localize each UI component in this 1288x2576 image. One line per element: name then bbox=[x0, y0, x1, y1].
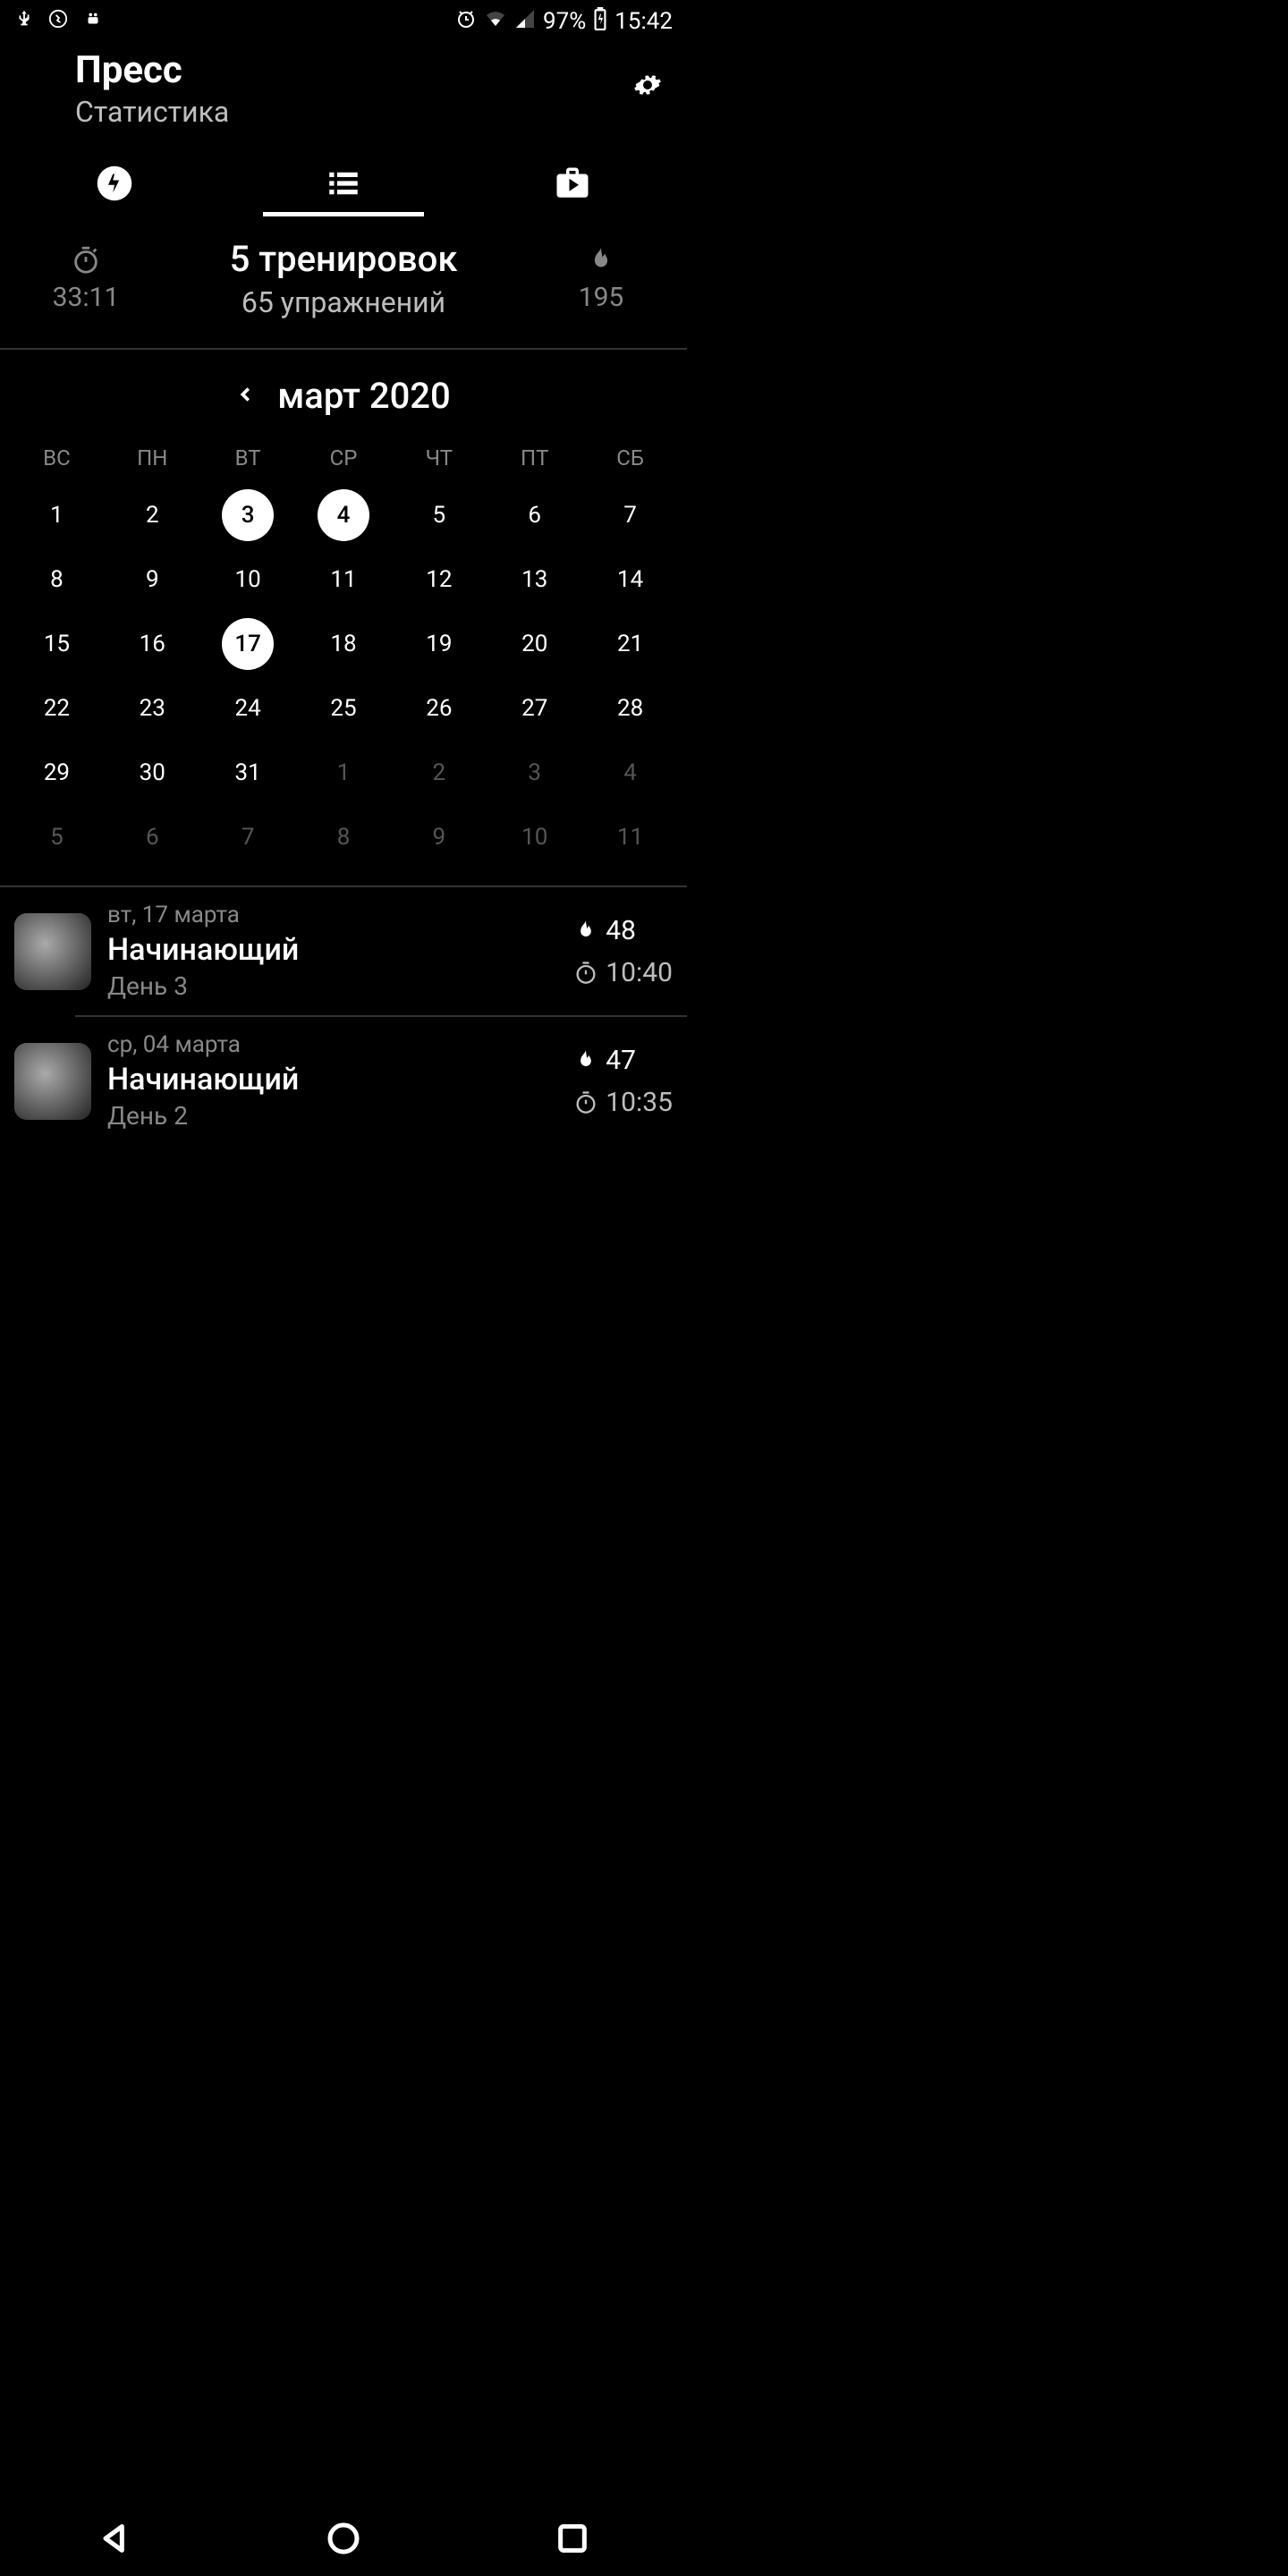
battery-percent: 97% bbox=[543, 8, 586, 35]
calendar-day[interactable]: 4 bbox=[296, 483, 392, 547]
calendar-day[interactable]: 1 bbox=[296, 741, 392, 805]
settings-button[interactable] bbox=[630, 67, 665, 112]
usb-icon bbox=[14, 8, 34, 35]
calendar-day[interactable]: 16 bbox=[105, 612, 200, 676]
calendar-day[interactable]: 21 bbox=[582, 612, 678, 676]
summary-workouts: 5 тренировок bbox=[230, 238, 458, 280]
history-subtitle: День 2 bbox=[107, 1101, 557, 1131]
nav-home-button[interactable] bbox=[326, 2521, 361, 2560]
calendar-day[interactable]: 12 bbox=[391, 547, 487, 612]
tab-list[interactable] bbox=[229, 150, 458, 216]
calendar-day[interactable]: 3 bbox=[487, 741, 582, 805]
calendar-dow: ЧТ bbox=[391, 433, 487, 483]
calendar-day[interactable]: 26 bbox=[391, 676, 487, 741]
clock-time: 15:42 bbox=[614, 8, 673, 35]
calendar-day[interactable]: 28 bbox=[582, 676, 678, 741]
calendar-day[interactable]: 22 bbox=[9, 676, 105, 741]
calendar-day[interactable]: 6 bbox=[105, 805, 200, 869]
android-navbar bbox=[0, 2504, 687, 2576]
calendar-day[interactable]: 1 bbox=[9, 483, 105, 547]
calendar-day[interactable]: 27 bbox=[487, 676, 582, 741]
tab-library[interactable] bbox=[458, 150, 687, 216]
calendar-dow: ПН bbox=[105, 433, 200, 483]
tabs bbox=[0, 150, 687, 216]
calendar-day[interactable]: 15 bbox=[9, 612, 105, 676]
calendar-day[interactable]: 19 bbox=[391, 612, 487, 676]
signal-icon bbox=[514, 8, 536, 36]
calendar-dow: СР bbox=[296, 433, 392, 483]
calendar-day[interactable]: 29 bbox=[9, 741, 105, 805]
summary-exercises: 65 упражнений bbox=[242, 285, 445, 319]
calendar-day[interactable]: 14 bbox=[582, 547, 678, 612]
calendar-day[interactable]: 23 bbox=[105, 676, 200, 741]
calendar-day[interactable]: 7 bbox=[200, 805, 296, 869]
nav-back-button[interactable] bbox=[97, 2521, 132, 2560]
history-item[interactable]: ср, 04 марта Начинающий День 2 47 10:35 bbox=[0, 1017, 687, 1145]
calendar-day[interactable]: 5 bbox=[391, 483, 487, 547]
calendar-day[interactable]: 25 bbox=[296, 676, 392, 741]
summary-time: 33:11 bbox=[0, 244, 172, 313]
calendar-dow: ВТ bbox=[200, 433, 296, 483]
history-list: вт, 17 мартаНачинающийДень 34810:40ср, 0… bbox=[0, 887, 687, 1145]
calendar-day[interactable]: 9 bbox=[105, 547, 200, 612]
battery-charging-icon bbox=[593, 7, 607, 37]
summary-calories-value: 195 bbox=[579, 282, 624, 313]
history-item[interactable]: вт, 17 марта НачинающийДень 3 48 10:40 bbox=[0, 887, 687, 1015]
calendar-day[interactable]: 8 bbox=[296, 805, 392, 869]
calendar-day[interactable]: 6 bbox=[487, 483, 582, 547]
calendar-day[interactable]: 20 bbox=[487, 612, 582, 676]
calendar-day[interactable]: 4 bbox=[582, 741, 678, 805]
tab-overview[interactable] bbox=[0, 150, 229, 216]
calendar-dow: ВС bbox=[9, 433, 105, 483]
history-subtitle: День 3 bbox=[107, 971, 557, 1001]
summary-calories: 195 bbox=[515, 244, 687, 313]
calendar: ВСПНВТСРЧТПТСБ 1234567891011121314151617… bbox=[0, 433, 687, 886]
calendar-day[interactable]: 2 bbox=[391, 741, 487, 805]
history-title: Начинающий bbox=[107, 932, 557, 968]
nav-recent-button[interactable] bbox=[555, 2521, 590, 2560]
history-calories: 48 bbox=[573, 915, 636, 946]
calendar-day[interactable]: 2 bbox=[105, 483, 200, 547]
page-subtitle: Статистика bbox=[75, 95, 229, 129]
history-duration: 10:35 bbox=[573, 1087, 673, 1118]
calendar-day[interactable]: 8 bbox=[9, 547, 105, 612]
month-bar: март 2020 bbox=[0, 350, 687, 433]
status-bar: 97% 15:42 bbox=[0, 0, 687, 43]
calendar-dow: ПТ bbox=[487, 433, 582, 483]
calendar-day[interactable]: 5 bbox=[9, 805, 105, 869]
calendar-day[interactable]: 24 bbox=[200, 676, 296, 741]
header: Пресс Статистика bbox=[0, 43, 687, 129]
workout-thumbnail bbox=[14, 913, 91, 990]
calendar-day[interactable]: 7 bbox=[582, 483, 678, 547]
running-icon bbox=[48, 8, 68, 35]
workout-thumbnail bbox=[14, 1043, 91, 1120]
debug-icon bbox=[82, 8, 104, 35]
history-date: вт, 17 марта bbox=[107, 902, 557, 928]
summary-time-value: 33:11 bbox=[53, 282, 120, 313]
calendar-day[interactable]: 3 bbox=[200, 483, 296, 547]
history-title: Начинающий bbox=[107, 1062, 557, 1097]
calendar-day[interactable]: 10 bbox=[487, 805, 582, 869]
calendar-day[interactable]: 13 bbox=[487, 547, 582, 612]
calendar-day[interactable]: 18 bbox=[296, 612, 392, 676]
calendar-day[interactable]: 11 bbox=[582, 805, 678, 869]
calendar-day[interactable]: 10 bbox=[200, 547, 296, 612]
wifi-icon bbox=[484, 8, 507, 36]
alarm-icon bbox=[455, 8, 477, 36]
month-label: март 2020 bbox=[277, 375, 451, 417]
calendar-day[interactable]: 11 bbox=[296, 547, 392, 612]
history-duration: 10:40 bbox=[573, 957, 673, 988]
page-title: Пресс bbox=[75, 50, 229, 91]
calendar-dow: СБ bbox=[582, 433, 678, 483]
history-calories: 47 bbox=[573, 1045, 636, 1076]
summary: 33:11 5 тренировок 65 упражнений 195 bbox=[0, 216, 687, 348]
history-date: ср, 04 марта bbox=[107, 1031, 557, 1058]
calendar-day[interactable]: 17 bbox=[200, 612, 296, 676]
calendar-day[interactable]: 31 bbox=[200, 741, 296, 805]
calendar-day[interactable]: 9 bbox=[391, 805, 487, 869]
calendar-day[interactable]: 30 bbox=[105, 741, 200, 805]
month-prev-button[interactable] bbox=[236, 380, 256, 411]
